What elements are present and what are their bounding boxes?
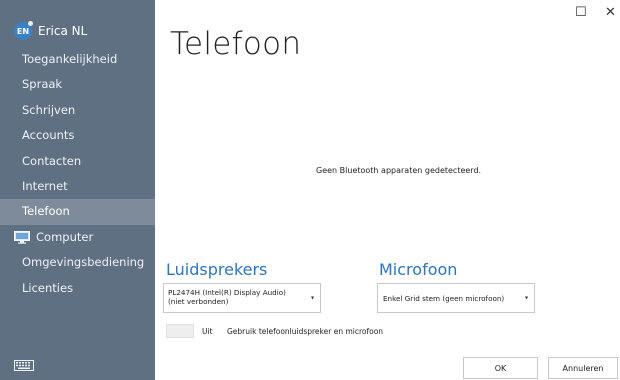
avatar-initials: EN <box>16 26 30 36</box>
speakers-select[interactable]: PL2474H (Intel(R) Display Audio) (niet v… <box>163 283 321 313</box>
chevron-down-icon: ▾ <box>524 294 528 302</box>
sidebar-item-toegankelijkheid[interactable]: Toegankelijkheid <box>0 47 155 72</box>
sidebar-item-label: Omgevingsbediening <box>22 255 145 270</box>
cancel-button-label: Annuleren <box>562 363 604 373</box>
microphone-select[interactable]: Enkel Grid stem (geen microfoon) ▾ <box>377 283 535 313</box>
avatar: EN <box>14 21 33 40</box>
user-name: Erica NL <box>38 24 88 38</box>
sidebar: EN Erica NL Toegankelijkheid Spraak Schr… <box>0 0 155 380</box>
sidebar-item-label: Spraak <box>22 77 63 92</box>
microphone-heading: Microfoon <box>379 260 458 279</box>
cancel-button[interactable]: Annuleren <box>548 357 618 379</box>
sidebar-item-label: Contacten <box>22 153 82 168</box>
toggle-state-label: Uit <box>202 327 213 336</box>
phone-audio-toggle[interactable] <box>166 324 194 338</box>
bluetooth-status-message: Geen Bluetooth apparaten gedetecteerd. <box>316 166 482 175</box>
sidebar-item-label: Schrijven <box>22 102 76 117</box>
toggle-description: Gebruik telefoonluidspreker en microfoon <box>227 327 384 336</box>
sidebar-item-label: Internet <box>22 178 68 193</box>
speakers-heading: Luidsprekers <box>166 260 268 279</box>
sidebar-item-contacten[interactable]: Contacten <box>0 149 155 174</box>
sidebar-item-omgevingsbediening[interactable]: Omgevingsbediening <box>0 250 155 275</box>
user-profile[interactable]: EN Erica NL <box>14 21 88 40</box>
close-button[interactable]: ✕ <box>605 6 616 20</box>
sidebar-item-label: Telefoon <box>22 204 70 219</box>
maximize-button[interactable]: ☐ <box>575 6 587 20</box>
sidebar-nav: Toegankelijkheid Spraak Schrijven Accoun… <box>0 47 155 301</box>
sidebar-item-internet[interactable]: Internet <box>0 174 155 199</box>
sidebar-item-spraak[interactable]: Spraak <box>0 72 155 97</box>
speakers-select-line2: (niet verbonden) <box>168 297 229 306</box>
keyboard-icon[interactable] <box>14 360 34 371</box>
sidebar-item-accounts[interactable]: Accounts <box>0 123 155 148</box>
ok-button-label: OK <box>494 363 507 373</box>
sidebar-item-telefoon[interactable]: Telefoon <box>0 199 155 225</box>
sidebar-item-label: Computer <box>36 229 94 244</box>
sidebar-item-label: Licenties <box>22 280 74 295</box>
sidebar-item-schrijven[interactable]: Schrijven <box>0 98 155 123</box>
ok-button[interactable]: OK <box>463 357 538 379</box>
chevron-down-icon: ▾ <box>310 294 314 302</box>
sidebar-item-label: Accounts <box>22 128 75 143</box>
microphone-select-value: Enkel Grid stem (geen microfoon) <box>383 294 505 303</box>
monitor-icon <box>14 230 30 244</box>
sidebar-item-label: Toegankelijkheid <box>22 52 118 66</box>
sidebar-item-computer[interactable]: Computer <box>0 225 155 250</box>
speakers-select-value: PL2474H (Intel(R) Display Audio) (niet v… <box>168 288 286 306</box>
page-title: Telefoon <box>170 26 302 62</box>
sidebar-item-licenties[interactable]: Licenties <box>0 276 155 301</box>
speakers-select-line1: PL2474H (Intel(R) Display Audio) <box>168 288 286 297</box>
